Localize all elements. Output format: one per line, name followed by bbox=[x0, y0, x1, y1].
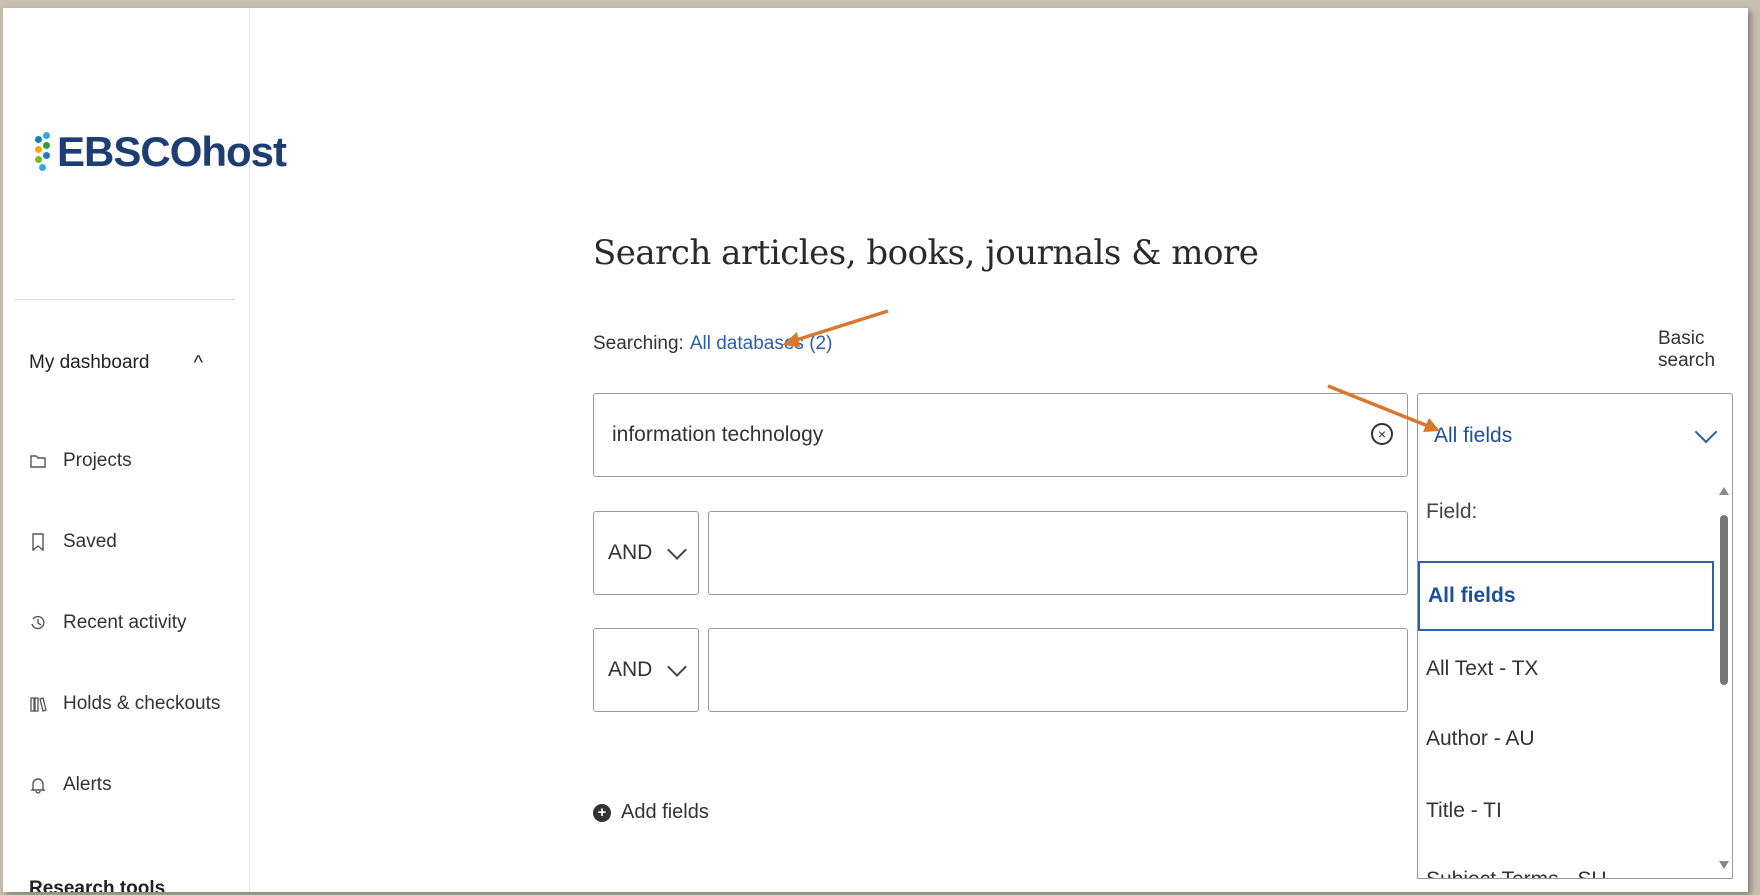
add-fields-label: Add fields bbox=[621, 801, 709, 823]
caret-up-icon: ^ bbox=[193, 351, 203, 374]
books-icon bbox=[29, 695, 47, 713]
research-tools-heading: Research tools bbox=[29, 878, 166, 892]
searching-line: Searching: All databases (2) bbox=[593, 333, 832, 355]
field-option-title[interactable]: Title - TI bbox=[1418, 776, 1714, 846]
sidebar-item-label: Projects bbox=[63, 450, 132, 471]
bookmark-icon bbox=[29, 533, 47, 551]
sidebar: EBSCOhost My dashboard ^ Projects Saved … bbox=[3, 8, 287, 892]
sidebar-item-label: Recent activity bbox=[63, 612, 187, 633]
bell-icon bbox=[29, 776, 47, 794]
search-term-field-2[interactable] bbox=[708, 511, 1411, 596]
chevron-down-icon bbox=[667, 540, 687, 560]
field-option-all-text[interactable]: All Text - TX bbox=[1418, 634, 1714, 704]
boolean-operator-select-1[interactable]: AND bbox=[593, 511, 699, 595]
dropdown-scrollbar[interactable] bbox=[1718, 477, 1730, 878]
search-input-3[interactable] bbox=[709, 629, 1411, 713]
add-fields-button[interactable]: + Add fields bbox=[593, 801, 709, 824]
sidebar-item-label: Holds & checkouts bbox=[63, 693, 221, 714]
operator-value: AND bbox=[608, 658, 653, 681]
ebscohost-logo[interactable]: EBSCOhost bbox=[35, 128, 287, 176]
browser-page: EBSCOhost My dashboard ^ Projects Saved … bbox=[3, 8, 1748, 892]
field-group-label: Field: bbox=[1426, 500, 1478, 523]
logo-mark-icon bbox=[35, 130, 53, 174]
plus-circle-icon: + bbox=[593, 803, 611, 822]
scroll-thumb[interactable] bbox=[1720, 515, 1728, 685]
field-option-all-fields[interactable]: All fields bbox=[1418, 561, 1714, 631]
field-option-author[interactable]: Author - AU bbox=[1418, 704, 1714, 774]
search-term-box: × bbox=[593, 393, 1408, 477]
logo-text: EBSCOhost bbox=[57, 128, 287, 175]
sidebar-item-label: Saved bbox=[63, 531, 117, 552]
sidebar-item-holds-checkouts[interactable]: Holds & checkouts bbox=[29, 689, 220, 719]
sidebar-item-alerts[interactable]: Alerts bbox=[29, 770, 112, 800]
operator-value: AND bbox=[608, 541, 653, 564]
page-title: Search articles, books, journals & more bbox=[593, 233, 1259, 273]
sidebar-item-projects[interactable]: Projects bbox=[29, 446, 132, 476]
history-icon bbox=[29, 614, 47, 632]
search-input[interactable] bbox=[610, 422, 1344, 448]
sidebar-item-label: Alerts bbox=[63, 774, 112, 795]
all-databases-link[interactable]: All databases (2) bbox=[690, 333, 833, 354]
boolean-operator-select-2[interactable]: AND bbox=[593, 628, 699, 712]
chevron-down-icon bbox=[667, 657, 687, 677]
field-option-subject-terms[interactable]: Subject Terms - SU bbox=[1418, 845, 1714, 878]
folder-icon bbox=[29, 452, 47, 470]
sidebar-divider bbox=[15, 299, 235, 300]
scroll-down-icon[interactable] bbox=[1719, 861, 1729, 869]
basic-search-link[interactable]: Basic search bbox=[1658, 328, 1748, 372]
clear-search-icon[interactable]: × bbox=[1371, 423, 1393, 445]
scroll-up-icon[interactable] bbox=[1719, 487, 1729, 495]
field-select[interactable]: All fields bbox=[1417, 393, 1733, 477]
search-term-field-3[interactable] bbox=[708, 628, 1411, 713]
my-dashboard-label: My dashboard bbox=[29, 352, 150, 373]
field-select-value: All fields bbox=[1434, 423, 1513, 447]
sidebar-item-saved[interactable]: Saved bbox=[29, 527, 117, 557]
chevron-down-icon bbox=[1694, 420, 1718, 443]
field-dropdown-list: Field: All fields All Text - TX Author -… bbox=[1417, 477, 1733, 879]
search-input-2[interactable] bbox=[709, 512, 1411, 596]
my-dashboard-toggle[interactable]: My dashboard ^ bbox=[29, 348, 209, 378]
searching-label: Searching: bbox=[593, 333, 684, 354]
sidebar-item-recent-activity[interactable]: Recent activity bbox=[29, 608, 187, 638]
